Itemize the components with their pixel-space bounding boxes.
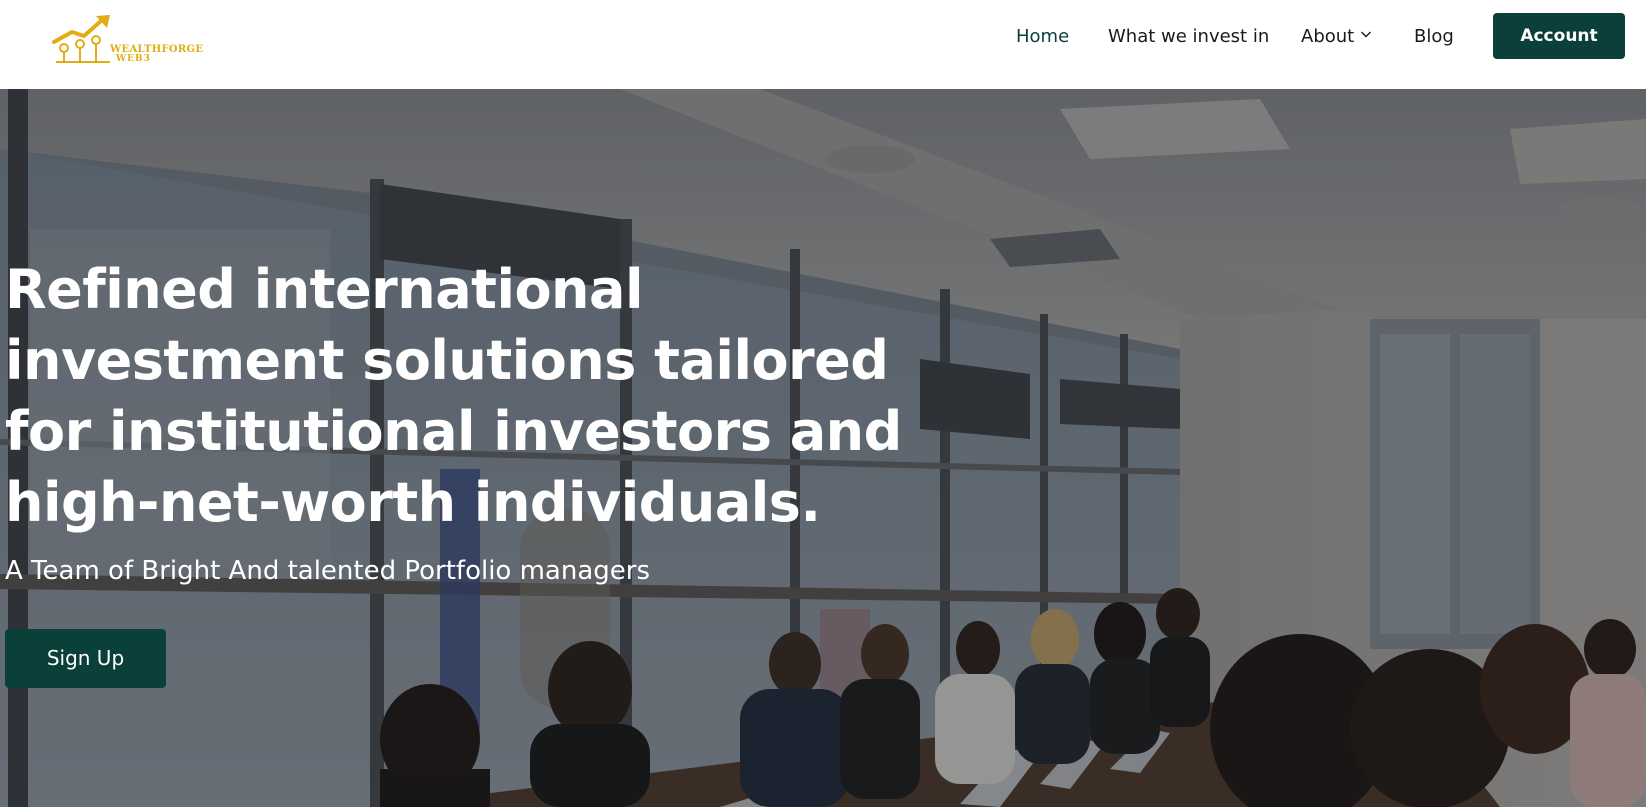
hero-subtitle: A Team of Bright And talented Portfolio … bbox=[5, 556, 650, 586]
hero-title: Refined international investment solutio… bbox=[5, 258, 902, 534]
nav-blog[interactable]: Blog bbox=[1414, 25, 1454, 49]
hero-section: Refined international investment solutio… bbox=[0, 89, 1646, 807]
nav-what-we-invest-in[interactable]: What we invest in bbox=[1108, 25, 1269, 49]
main-nav: Home What we invest in About Blog Accoun… bbox=[0, 0, 1646, 72]
account-button[interactable]: Account bbox=[1493, 13, 1625, 59]
nav-about-label: About bbox=[1301, 26, 1355, 47]
chevron-down-icon bbox=[1361, 31, 1372, 38]
nav-home[interactable]: Home bbox=[1016, 25, 1069, 49]
nav-about[interactable]: About bbox=[1301, 25, 1372, 49]
sign-up-button[interactable]: Sign Up bbox=[5, 629, 166, 688]
site-header: WEALTHFORGE WEB3 Home What we invest in … bbox=[0, 0, 1646, 89]
